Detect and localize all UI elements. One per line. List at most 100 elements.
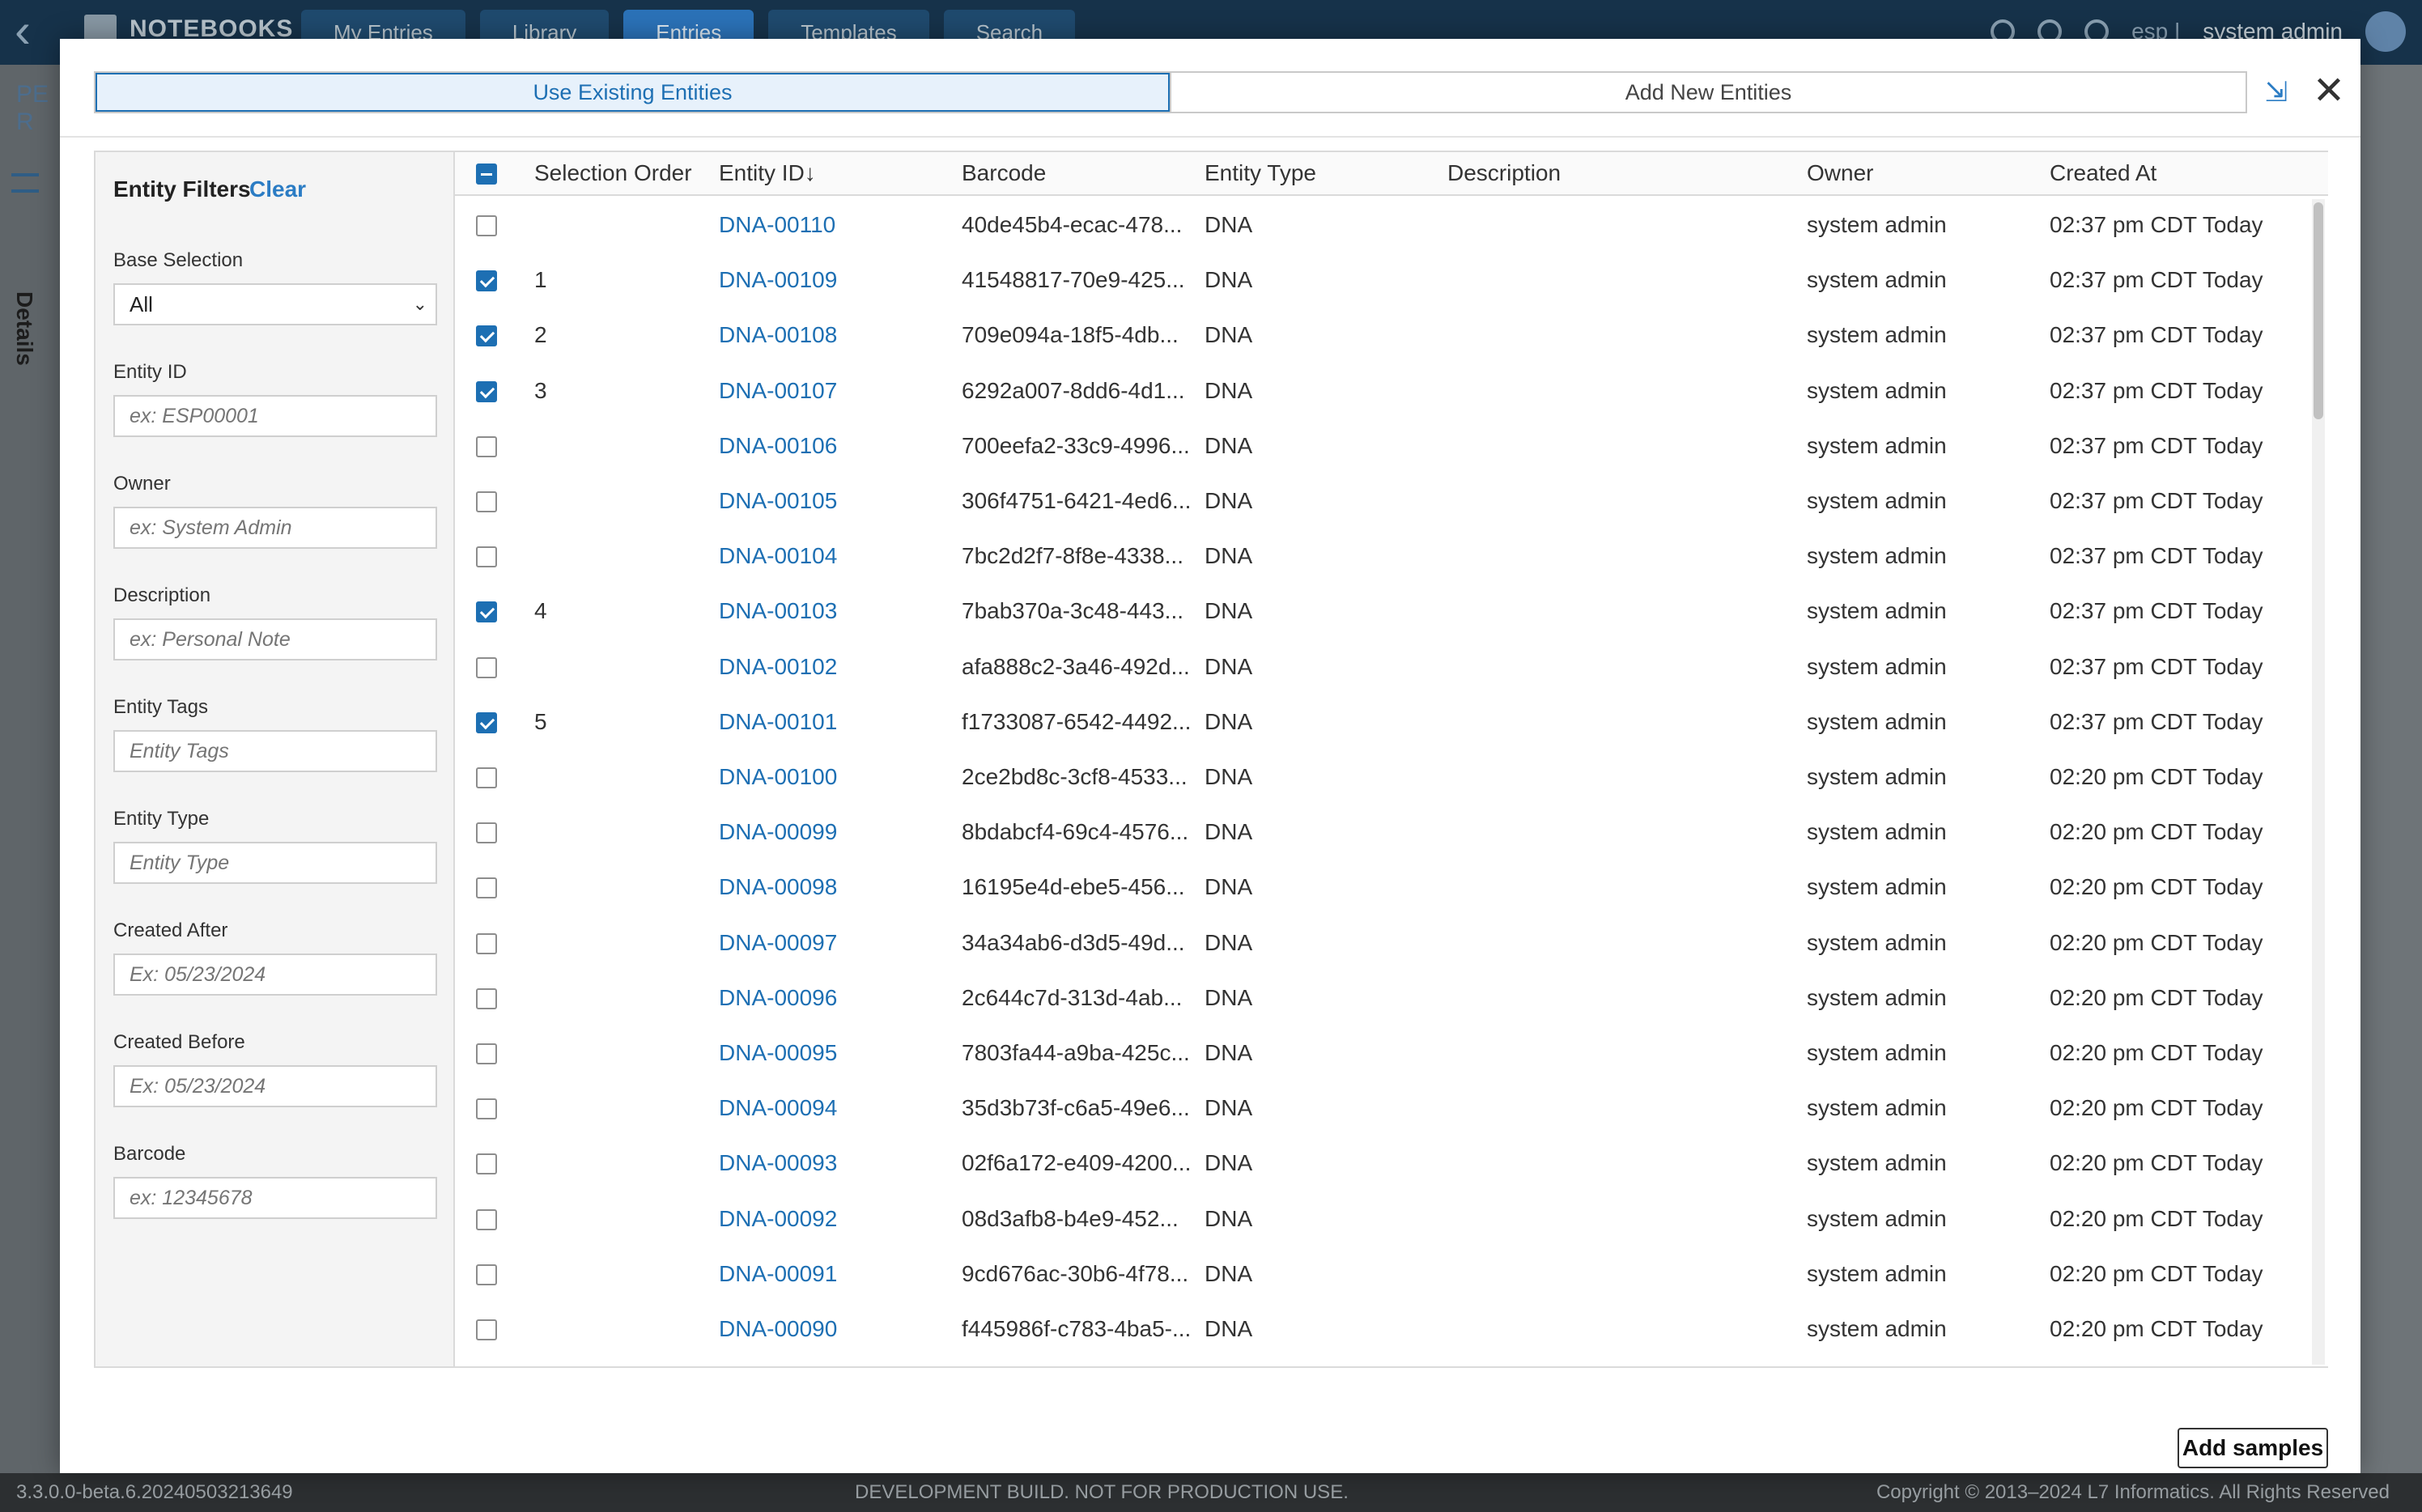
created-at-cell: 02:20 pm CDT Today [2050, 1205, 2263, 1231]
details-tab[interactable]: Details [11, 291, 37, 366]
row-checkbox[interactable] [476, 932, 497, 954]
table-row[interactable]: DNA-00105 306f4751-6421-4ed6... DNA system … [455, 474, 2292, 529]
row-checkbox[interactable] [476, 380, 497, 402]
entity-id-link[interactable]: DNA-00092 [719, 1191, 837, 1247]
row-checkbox[interactable] [476, 767, 497, 788]
user-avatar-icon[interactable] [2365, 11, 2406, 52]
scrollbar-thumb[interactable] [2314, 202, 2323, 419]
table-row[interactable]: DNA-00106 700eefa2-33c9-4996... DNA system … [455, 418, 2292, 474]
clear-filters-button[interactable]: Clear [249, 176, 306, 202]
entities-table: Selection Order Entity ID↓ Barcode Entit… [455, 152, 2328, 1366]
entity-id-link[interactable]: DNA-00095 [719, 1026, 837, 1081]
table-row[interactable]: DNA-00110 40de45b4-ecac-478... DNA system a… [455, 197, 2292, 253]
close-icon[interactable]: ✕ [2309, 71, 2349, 112]
row-checkbox[interactable] [476, 1098, 497, 1120]
row-checkbox[interactable] [476, 1208, 497, 1230]
entity-id-input[interactable] [113, 395, 437, 437]
created-at-cell: 02:37 pm CDT Today [2050, 488, 2263, 513]
row-checkbox[interactable] [476, 601, 497, 623]
table-row[interactable]: DNA-00096 2c644c7d-313d-4ab... DNA system a… [455, 970, 2292, 1026]
table-row[interactable]: DNA-00100 2ce2bd8c-3cf8-4533... DNA system … [455, 750, 2292, 805]
add-samples-button[interactable]: Add samples [2178, 1428, 2328, 1468]
table-row[interactable]: 1 DNA-00109 41548817-70e9-425... DNA system … [455, 253, 2292, 308]
row-checkbox[interactable] [476, 987, 497, 1009]
table-row[interactable]: DNA-00094 35d3b73f-c6a5-49e6... DNA system … [455, 1081, 2292, 1136]
row-checkbox[interactable] [476, 435, 497, 457]
row-checkbox[interactable] [476, 491, 497, 512]
entity-id-link[interactable]: DNA-00104 [719, 529, 837, 584]
table-row[interactable]: DNA-00099 8bdabcf4-69c4-4576... DNA system … [455, 805, 2292, 860]
row-checkbox[interactable] [476, 546, 497, 568]
entity-id-link[interactable]: DNA-00093 [719, 1136, 837, 1191]
entity-id-link[interactable]: DNA-00109 [719, 253, 837, 308]
table-row[interactable]: DNA-00098 16195e4d-ebe5-456... DNA system a… [455, 860, 2292, 915]
entity-id-link[interactable]: DNA-00090 [719, 1302, 837, 1357]
table-row[interactable]: 2 DNA-00108 709e094a-18f5-4db... DNA system … [455, 308, 2292, 363]
entity-id-link[interactable]: DNA-00100 [719, 750, 837, 805]
chevron-down-icon: ⌄ [412, 294, 427, 314]
entity-id-link[interactable]: DNA-00091 [719, 1247, 837, 1302]
created-after-input[interactable] [113, 953, 437, 996]
row-checkbox[interactable] [476, 656, 497, 678]
entity-id-link[interactable]: DNA-00108 [719, 308, 837, 363]
row-checkbox[interactable] [476, 711, 497, 733]
row-checkbox[interactable] [476, 822, 497, 844]
created-at-cell: 02:37 pm CDT Today [2050, 322, 2263, 348]
entity-id-link[interactable]: DNA-00110 [719, 197, 835, 253]
column-header-created-at[interactable]: Created At [2050, 152, 2156, 194]
select-all-checkbox[interactable] [476, 164, 497, 185]
table-row[interactable]: DNA-00102 afa888c2-3a46-492d... DNA system … [455, 639, 2292, 694]
entity-id-link[interactable]: DNA-00097 [719, 915, 837, 970]
table-row[interactable]: DNA-00093 02f6a172-e409-4200... DNA system … [455, 1136, 2292, 1191]
row-checkbox[interactable] [476, 1153, 497, 1175]
description-input[interactable] [113, 618, 437, 660]
barcode-input[interactable] [113, 1177, 437, 1219]
entity-id-link[interactable]: DNA-00106 [719, 418, 837, 474]
table-row[interactable]: DNA-00095 7803fa44-a9ba-425c... DNA system … [455, 1026, 2292, 1081]
entity-id-link[interactable]: DNA-00096 [719, 970, 837, 1026]
entity-id-link[interactable]: DNA-00102 [719, 639, 837, 694]
table-row[interactable]: 5 DNA-00101 f1733087-6542-4492... DNA system… [455, 694, 2292, 750]
entity-id-link[interactable]: DNA-00107 [719, 363, 837, 418]
entity-type-input[interactable] [113, 842, 437, 884]
back-chevron-icon[interactable]: ‹ [15, 6, 47, 58]
tab-add-new-entities[interactable]: Add New Entities [1171, 73, 2246, 112]
base-selection-select[interactable]: All ⌄ [113, 283, 437, 325]
column-header-owner[interactable]: Owner [1807, 152, 1873, 194]
column-header-entity-type[interactable]: Entity Type [1205, 152, 1316, 194]
table-row[interactable]: DNA-00091 9cd676ac-30b6-4f78... DNA system … [455, 1247, 2292, 1302]
entity-id-link[interactable]: DNA-00101 [719, 694, 837, 750]
entity-id-link[interactable]: DNA-00103 [719, 584, 837, 639]
row-checkbox[interactable] [476, 1043, 497, 1064]
table-row[interactable]: 4 DNA-00103 7bab370a-3c48-443... DNA system … [455, 584, 2292, 639]
column-header-entity-id[interactable]: Entity ID↓ [719, 152, 816, 194]
table-row[interactable]: DNA-00104 7bc2d2f7-8f8e-4338... DNA system … [455, 529, 2292, 584]
row-checkbox[interactable] [476, 325, 497, 347]
column-header-description[interactable]: Description [1447, 152, 1561, 194]
created-before-input[interactable] [113, 1065, 437, 1107]
owner-input[interactable] [113, 507, 437, 549]
owner-cell: system admin [1807, 322, 1947, 348]
created-at-cell: 02:37 pm CDT Today [2050, 432, 2263, 458]
table-row[interactable]: 3 DNA-00107 6292a007-8dd6-4d1... DNA system … [455, 363, 2292, 418]
entity-tags-input[interactable] [113, 730, 437, 772]
tab-use-existing-entities[interactable]: Use Existing Entities [96, 73, 1171, 112]
row-checkbox[interactable] [476, 1264, 497, 1285]
list-icon[interactable] [11, 173, 39, 193]
collapse-icon[interactable]: ⇲ [2260, 76, 2292, 108]
column-header-selection-order[interactable]: Selection Order [534, 152, 692, 194]
table-scrollbar[interactable] [2312, 199, 2325, 1365]
row-checkbox[interactable] [476, 1319, 497, 1340]
row-checkbox[interactable] [476, 215, 497, 236]
entity-id-link[interactable]: DNA-00098 [719, 860, 837, 915]
table-row[interactable]: DNA-00097 34a34ab6-d3d5-49d... DNA system a… [455, 915, 2292, 970]
entity-id-link[interactable]: DNA-00105 [719, 474, 837, 529]
entity-id-link[interactable]: DNA-00094 [719, 1081, 837, 1136]
row-checkbox[interactable] [476, 270, 497, 292]
row-checkbox[interactable] [476, 877, 497, 899]
table-row[interactable]: DNA-00090 f445986f-c783-4ba5-... DNA system… [455, 1302, 2292, 1357]
entity-id-link[interactable]: DNA-00099 [719, 805, 837, 860]
entity-type-cell: DNA [1205, 1095, 1253, 1121]
table-row[interactable]: DNA-00092 08d3afb8-b4e9-452... DNA system a… [455, 1191, 2292, 1247]
column-header-barcode[interactable]: Barcode [962, 152, 1046, 194]
